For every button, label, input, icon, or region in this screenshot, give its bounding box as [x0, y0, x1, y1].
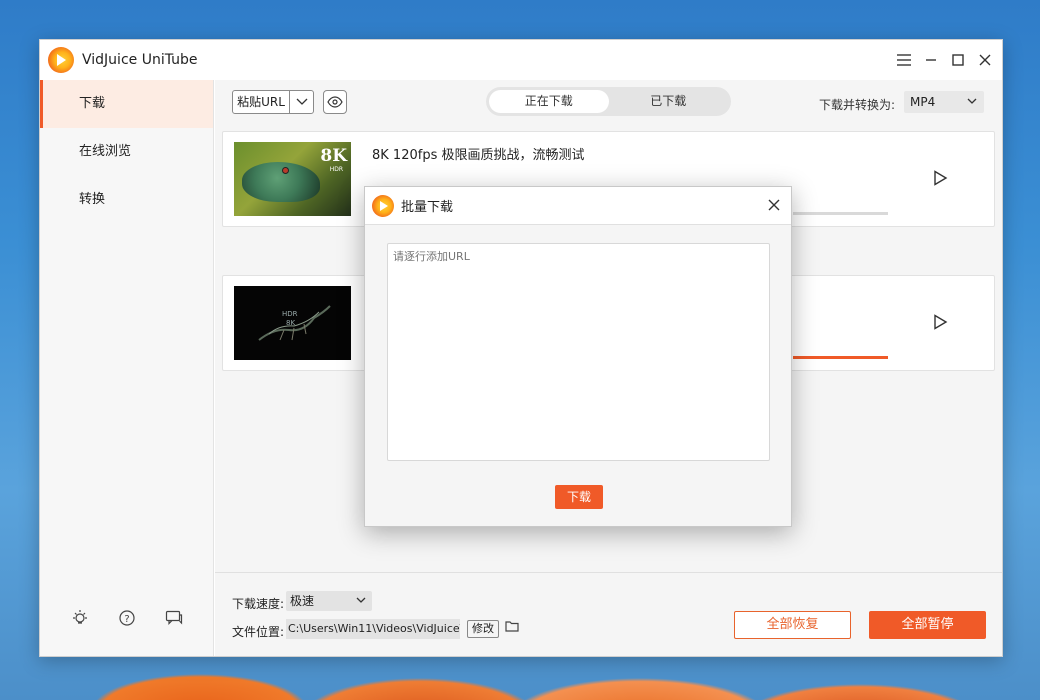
- progress-bar: [793, 212, 888, 215]
- feedback-icon[interactable]: [164, 608, 184, 628]
- title-bar: VidJuice UniTube: [40, 40, 1002, 80]
- chevron-down-icon: [966, 94, 978, 111]
- tab-downloading[interactable]: 正在下载: [489, 90, 609, 113]
- paste-url-label: 粘贴URL: [233, 91, 290, 113]
- sidebar-item-download[interactable]: 下载: [40, 80, 213, 128]
- progress-bar: [793, 356, 888, 359]
- speed-label: 下载速度:: [232, 597, 285, 611]
- play-icon[interactable]: [932, 170, 948, 189]
- sidebar-footer: ?: [70, 608, 184, 628]
- play-icon[interactable]: [932, 314, 948, 333]
- thumb-badge: 8K: [320, 146, 347, 166]
- close-icon[interactable]: [767, 198, 781, 215]
- dialog-title: 批量下载: [401, 200, 454, 215]
- thumb-badge: HDR: [282, 310, 298, 318]
- sidebar-item-browse[interactable]: 在线浏览: [40, 128, 213, 176]
- location-label: 文件位置:: [232, 625, 285, 639]
- resume-all-button[interactable]: 全部恢复: [734, 611, 851, 639]
- toolbar: 粘贴URL 正在下载 已下载 下载并转换为: MP4: [215, 80, 1002, 126]
- maximize-icon[interactable]: [944, 46, 971, 73]
- convert-label: 下载并转换为:: [818, 98, 895, 112]
- chevron-down-icon: [355, 593, 367, 613]
- app-logo-icon: [48, 47, 74, 73]
- help-icon[interactable]: ?: [117, 608, 137, 628]
- video-title: 8K 120fps 极限画质挑战，流畅测试: [372, 148, 585, 163]
- video-thumbnail: HDR 8K: [234, 286, 351, 360]
- tab-downloaded[interactable]: 已下载: [609, 90, 729, 113]
- pause-all-button[interactable]: 全部暂停: [869, 611, 986, 639]
- format-select[interactable]: MP4: [904, 91, 984, 113]
- speed-value: 极速: [290, 594, 315, 608]
- window-controls: [890, 46, 998, 73]
- thumb-badge-sub: HDR: [329, 166, 343, 173]
- folder-icon[interactable]: [505, 620, 519, 635]
- app-logo-icon: [372, 194, 394, 217]
- svg-text:?: ?: [124, 614, 129, 625]
- chevron-down-icon[interactable]: [290, 91, 313, 113]
- app-title: VidJuice UniTube: [82, 52, 198, 68]
- location-path: C:\Users\Win11\Videos\VidJuice\: [286, 619, 460, 639]
- close-icon[interactable]: [971, 46, 998, 73]
- batch-download-dialog: 批量下载 下载: [364, 186, 792, 527]
- download-tabs: 正在下载 已下载: [486, 87, 731, 116]
- video-thumbnail: 8K HDR: [234, 142, 351, 216]
- minimize-icon[interactable]: [917, 46, 944, 73]
- dialog-download-button[interactable]: 下载: [555, 485, 603, 509]
- url-textarea[interactable]: [387, 243, 770, 461]
- footer-bar: 下载速度: 极速 文件位置: C:\Users\Win11\Videos\Vid…: [215, 572, 1002, 656]
- paste-url-button[interactable]: 粘贴URL: [232, 90, 314, 114]
- format-value: MP4: [910, 95, 936, 109]
- change-location-button[interactable]: 修改: [467, 620, 499, 638]
- bulb-icon[interactable]: [70, 608, 90, 628]
- sidebar: 下载 在线浏览 转换 ?: [40, 80, 214, 656]
- thumb-badge-sub: 8K: [286, 319, 296, 327]
- speed-select[interactable]: 极速: [286, 591, 372, 611]
- sidebar-item-convert[interactable]: 转换: [40, 176, 213, 224]
- eye-icon[interactable]: [323, 90, 347, 114]
- menu-icon[interactable]: [890, 46, 917, 73]
- dialog-header: 批量下载: [365, 187, 791, 225]
